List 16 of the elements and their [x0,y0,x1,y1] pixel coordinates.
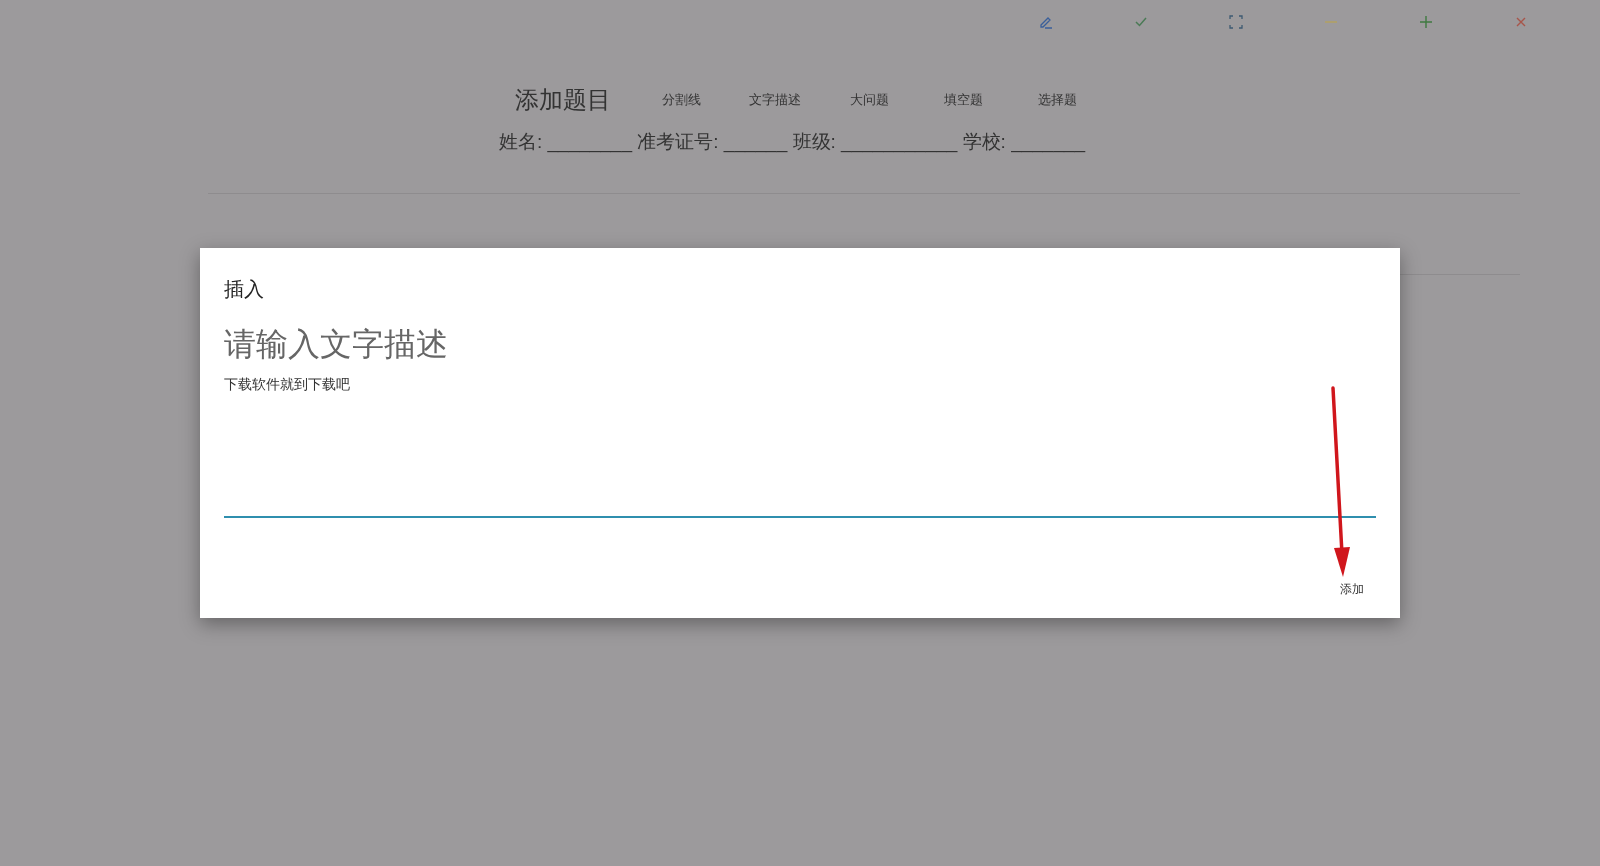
close-icon[interactable] [1514,16,1527,28]
dialog-title: 插入 [224,277,265,302]
checkmark-icon[interactable] [1133,16,1148,28]
floating-label: 请输入文字描述 [224,325,448,364]
add-button[interactable]: 添加 [1340,580,1364,598]
insert-option-button[interactable]: 选择题 [1019,90,1095,110]
fullscreen-icon[interactable] [1228,15,1243,29]
description-input[interactable]: 下载软件就到下载吧 [224,374,1376,516]
insert-option-button[interactable]: 文字描述 [737,90,813,110]
plus-icon[interactable] [1418,15,1433,29]
minimize-icon[interactable] [1323,20,1338,24]
insert-option-button[interactable]: 大问题 [831,90,907,110]
insert-option-button[interactable]: 填空题 [925,90,1001,110]
page-title: 添加题目 [515,85,611,115]
insert-option-button[interactable]: 分割线 [643,90,719,110]
student-info-line: 姓名: ________ 准考证号: ______ 班级: ___________ 学校: _______ [498,130,1086,155]
